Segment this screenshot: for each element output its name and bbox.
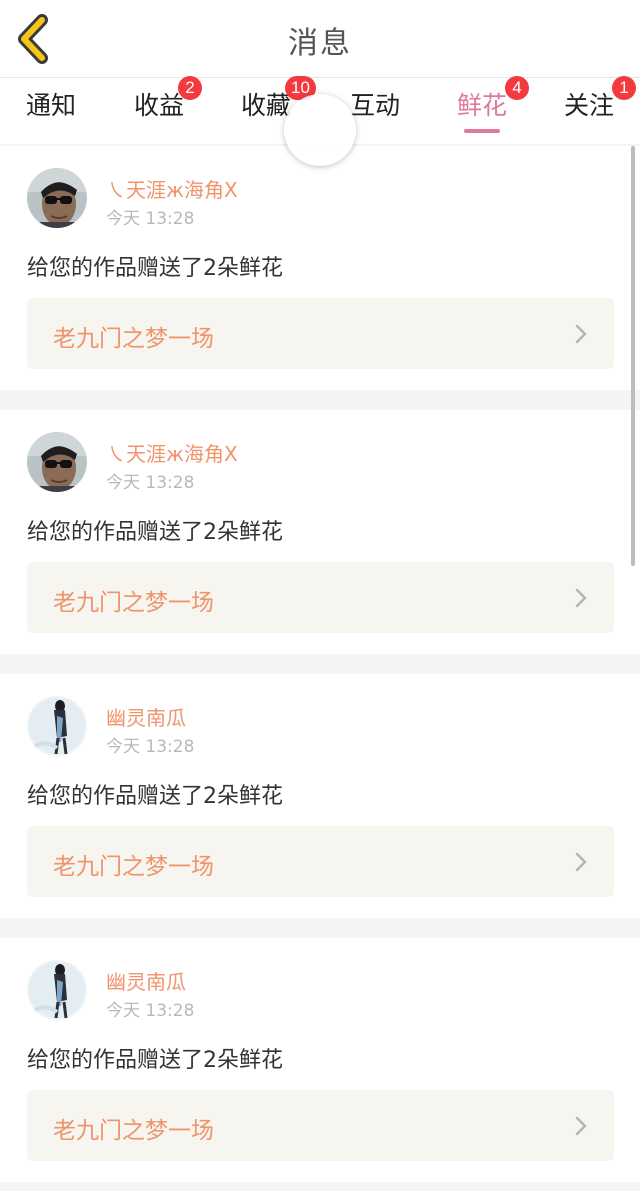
- tab-interactions[interactable]: 互动: [350, 88, 400, 138]
- message-card: ㇏天涯ж海角Ⅹ 今天 13:28 给您的作品赠送了2朵鲜花 老九门之梦一场: [0, 410, 640, 654]
- top-bar: 消息: [0, 0, 640, 78]
- tab-label: 收益: [134, 91, 185, 120]
- tab-bar: 通知 收益 2 收藏 10 互动 鲜花 4 关注 1: [0, 76, 640, 144]
- user-name[interactable]: 幽灵南瓜: [106, 966, 186, 995]
- chevron-right-icon: [575, 588, 587, 608]
- tab-label: 通知: [26, 91, 77, 120]
- chevron-right-icon: [575, 852, 587, 872]
- work-link[interactable]: 老九门之梦一场: [27, 562, 614, 633]
- chevron-right-icon: [575, 1116, 587, 1136]
- user-avatar[interactable]: [27, 168, 87, 228]
- unread-badge: 10: [285, 76, 316, 100]
- tab-following[interactable]: 关注 1: [564, 76, 636, 138]
- work-link[interactable]: 老九门之梦一场: [27, 1090, 614, 1161]
- tab-favorites[interactable]: 收藏 10: [241, 76, 316, 138]
- tab-earnings[interactable]: 收益 2: [134, 76, 202, 138]
- tab-label: 互动: [350, 91, 401, 120]
- tab-label: 关注: [564, 91, 615, 120]
- timestamp: 今天 13:28: [106, 737, 195, 757]
- timestamp: 今天 13:28: [106, 1001, 195, 1021]
- message-text: 给您的作品赠送了2朵鲜花: [27, 1048, 283, 1073]
- page-title: 消息: [288, 26, 352, 61]
- work-title: 老九门之梦一场: [53, 854, 214, 880]
- active-tab-indicator: [464, 129, 500, 133]
- user-name[interactable]: ㇏天涯ж海角Ⅹ: [106, 438, 238, 467]
- user-avatar[interactable]: [27, 696, 87, 756]
- user-avatar[interactable]: [27, 960, 87, 1020]
- sunglasses-man-avatar-icon: [27, 168, 87, 228]
- scrollbar[interactable]: [631, 146, 635, 566]
- tab-label: 收藏: [241, 91, 292, 120]
- message-card: 幽灵南瓜 今天 13:28 给您的作品赠送了2朵鲜花 老九门之梦一场: [0, 674, 640, 918]
- timestamp: 今天 13:28: [106, 473, 195, 493]
- tab-notifications[interactable]: 通知: [26, 88, 76, 138]
- figure-avatar-icon: [27, 696, 87, 756]
- unread-badge: 2: [178, 76, 202, 100]
- work-title: 老九门之梦一场: [53, 1118, 214, 1144]
- work-title: 老九门之梦一场: [53, 590, 214, 616]
- work-link[interactable]: 老九门之梦一场: [27, 826, 614, 897]
- user-name[interactable]: ㇏天涯ж海角Ⅹ: [106, 174, 238, 203]
- message-card: 幽灵南瓜 今天 13:28 给您的作品赠送了2朵鲜花 老九门之梦一场: [0, 938, 640, 1182]
- user-name[interactable]: 幽灵南瓜: [106, 702, 186, 731]
- work-link[interactable]: 老九门之梦一场: [27, 298, 614, 369]
- chevron-right-icon: [575, 324, 587, 344]
- tab-flowers[interactable]: 鲜花 4: [457, 76, 529, 138]
- message-text: 给您的作品赠送了2朵鲜花: [27, 784, 283, 809]
- sunglasses-man-avatar-icon: [27, 432, 87, 492]
- message-text: 给您的作品赠送了2朵鲜花: [27, 520, 283, 545]
- timestamp: 今天 13:28: [106, 209, 195, 229]
- message-card: ㇏天涯ж海角Ⅹ 今天 13:28 给您的作品赠送了2朵鲜花 老九门之梦一场: [0, 146, 640, 390]
- message-text: 给您的作品赠送了2朵鲜花: [27, 256, 283, 281]
- tab-label: 鲜花: [457, 91, 508, 120]
- user-avatar[interactable]: [27, 432, 87, 492]
- work-title: 老九门之梦一场: [53, 326, 214, 352]
- figure-avatar-icon: [27, 960, 87, 1020]
- unread-badge: 4: [505, 76, 529, 100]
- unread-badge: 1: [612, 76, 636, 100]
